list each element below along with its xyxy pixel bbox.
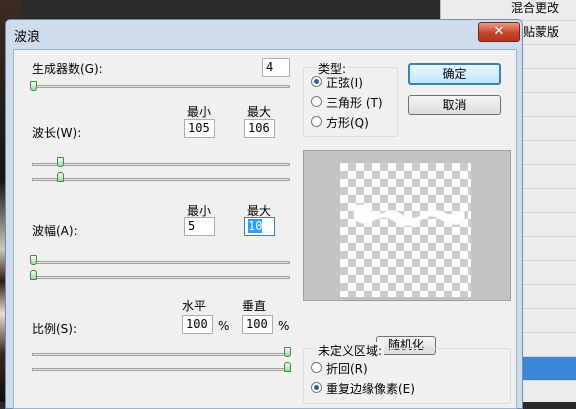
amplitude-min-slider-track[interactable] <box>32 261 290 264</box>
wavelength-max-slider-thumb[interactable] <box>57 172 64 182</box>
wrap-around-label[interactable]: 折回(R) <box>326 360 368 377</box>
type-square-radio[interactable] <box>311 116 322 127</box>
wavelength-label: 波长(W): <box>32 126 82 140</box>
amplitude-max-slider-track[interactable] <box>32 276 290 279</box>
scale-vertical-header: 垂直 <box>242 299 267 313</box>
amplitude-min-slider-thumb[interactable] <box>30 255 37 265</box>
wavelength-max-slider-track[interactable] <box>32 178 290 181</box>
cancel-button[interactable]: 取消 <box>408 95 501 115</box>
close-icon: ✕ <box>493 24 505 39</box>
scale-horizontal-slider-thumb[interactable] <box>284 347 291 357</box>
type-square-label[interactable]: 方形(Q) <box>326 114 369 131</box>
wavelength-max-input[interactable]: 106 <box>244 119 275 138</box>
scale-vertical-unit: % <box>278 319 290 333</box>
scale-horizontal-input[interactable]: 100 <box>182 315 213 334</box>
generators-slider-track[interactable] <box>32 85 290 88</box>
wavelength-min-slider-thumb[interactable] <box>57 157 64 167</box>
wavelength-min-header: 最小 <box>187 105 212 119</box>
dialog-title: 波浪 <box>14 30 41 45</box>
wave-dialog: 波浪 ✕ 生成器数(G): 4 最小 最大 波长(W): 105 106 最小 … <box>5 19 523 409</box>
type-triangle-label[interactable]: 三角形 (T) <box>326 94 383 111</box>
amplitude-min-input[interactable]: 5 <box>184 217 215 236</box>
dialog-client-area: 生成器数(G): 4 最小 最大 波长(W): 105 106 最小 最大 波幅… <box>13 49 517 409</box>
generators-slider-thumb[interactable] <box>30 81 37 91</box>
preview-checkerboard <box>340 163 471 297</box>
undefined-areas-title: 未定义区域: <box>316 342 385 359</box>
dialog-titlebar[interactable]: 波浪 ✕ <box>6 20 522 49</box>
type-sine-label[interactable]: 正弦(I) <box>326 74 363 91</box>
scale-vertical-input[interactable]: 100 <box>242 315 273 334</box>
scale-vertical-slider-track[interactable] <box>32 368 290 371</box>
wrap-around-radio[interactable] <box>311 362 322 373</box>
amplitude-max-input[interactable]: 10 <box>244 217 275 236</box>
scale-horizontal-header: 水平 <box>182 299 207 313</box>
generators-input[interactable]: 4 <box>262 58 290 77</box>
wavelength-min-slider-track[interactable] <box>32 163 290 166</box>
wavelength-max-header: 最大 <box>247 105 272 119</box>
layers-panel-row[interactable]: 混合更改 <box>441 0 576 21</box>
amplitude-max-slider-thumb[interactable] <box>30 270 37 280</box>
layers-panel-row-label: 混合更改 <box>511 1 560 15</box>
scale-label: 比例(S): <box>32 322 78 336</box>
ok-button[interactable]: 确定 <box>408 63 501 85</box>
type-sine-radio[interactable] <box>311 76 322 87</box>
scale-vertical-slider-thumb[interactable] <box>284 362 291 372</box>
type-triangle-radio[interactable] <box>311 96 322 107</box>
scale-horizontal-slider-track[interactable] <box>32 353 290 356</box>
wavelength-min-input[interactable]: 105 <box>184 119 215 138</box>
generators-label: 生成器数(G): <box>32 62 103 76</box>
repeat-edge-pixels-radio[interactable] <box>311 382 322 393</box>
preview-panel <box>303 150 511 301</box>
scale-horizontal-unit: % <box>218 319 230 333</box>
close-button[interactable]: ✕ <box>478 22 520 42</box>
amplitude-label: 波幅(A): <box>32 224 78 238</box>
preview-wave-shape <box>353 204 465 227</box>
repeat-edge-pixels-label[interactable]: 重复边缘像素(E) <box>326 380 415 397</box>
